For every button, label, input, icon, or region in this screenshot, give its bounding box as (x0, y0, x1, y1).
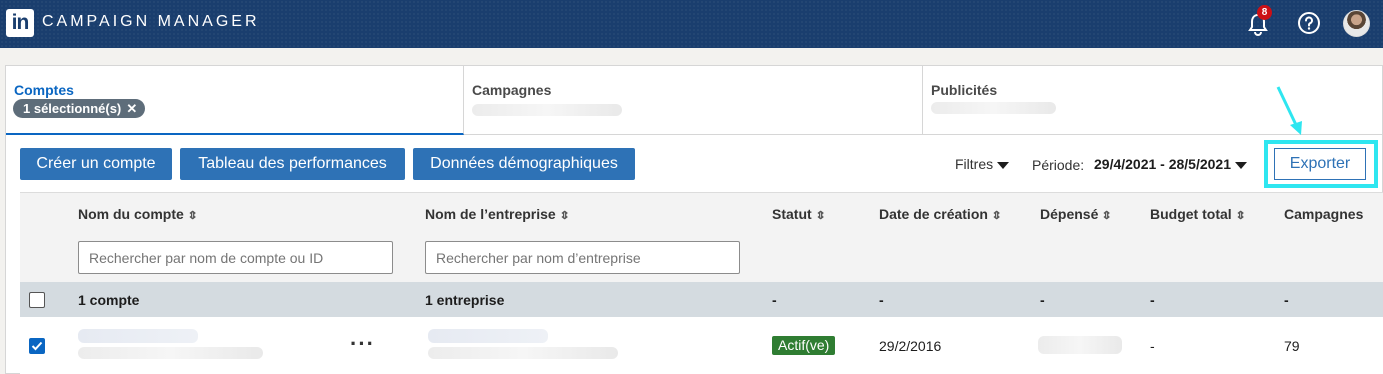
tab-campaigns-label: Campagnes (472, 82, 552, 98)
column-label: Budget total (1150, 206, 1232, 222)
sort-icon: ⇕ (991, 210, 1003, 222)
redacted-company-name (428, 329, 548, 343)
status-badge: Actif(ve) (772, 336, 836, 355)
summary-status: - (772, 292, 777, 308)
summary-companies: 1 entreprise (425, 292, 505, 308)
created-date: 29/2/2016 (879, 338, 942, 354)
filters-dropdown[interactable]: Filtres (955, 156, 1010, 172)
summary-budget: - (1150, 292, 1155, 308)
redacted-account-id (78, 347, 263, 359)
table-header: Nom du compte ⇕ Nom de l’entreprise ⇕ Stat… (20, 192, 1383, 282)
row-checkbox[interactable] (29, 338, 45, 354)
summary-spent: - (1040, 292, 1045, 308)
performance-table-button[interactable]: Tableau des performances (180, 148, 405, 180)
selected-chip[interactable]: 1 sélectionné(s) ✕ (13, 99, 146, 118)
campaign-count: 79 (1284, 338, 1300, 354)
selected-chip-label: 1 sélectionné(s) (23, 101, 122, 116)
column-label: Statut (772, 206, 812, 222)
filters-label: Filtres (955, 156, 994, 172)
redacted-text (472, 104, 622, 116)
redacted-account-name (78, 329, 198, 343)
column-account-name[interactable]: Nom du compte ⇕ (78, 206, 198, 222)
chevron-down-icon (997, 161, 1010, 169)
sort-icon: ⇕ (814, 210, 826, 222)
tab-ads-label: Publicités (931, 82, 998, 98)
select-all-checkbox[interactable] (29, 292, 45, 308)
column-spent[interactable]: Dépensé ⇕ (1040, 206, 1113, 222)
redacted-text (931, 102, 1056, 114)
column-label: Nom du compte (78, 206, 184, 222)
column-company-name[interactable]: Nom de l’entreprise ⇕ (425, 206, 570, 222)
column-label: Dépensé (1040, 206, 1099, 222)
summary-row: 1 compte 1 entreprise - - - - - (20, 282, 1383, 317)
tab-ads[interactable]: Publicités (923, 66, 1383, 135)
help-icon[interactable] (1297, 11, 1321, 35)
notifications-badge: 8 (1257, 5, 1272, 20)
redacted-spent (1038, 336, 1122, 354)
period-label: Période: (1032, 157, 1085, 173)
total-budget: - (1150, 338, 1155, 354)
column-label: Date de création (879, 206, 988, 222)
search-account-input[interactable] (78, 241, 393, 274)
demographics-button[interactable]: Données démographiques (413, 148, 635, 180)
period-dropdown[interactable]: 29/4/2021 - 28/5/2021 (1094, 156, 1248, 172)
user-avatar[interactable] (1343, 10, 1370, 37)
sort-icon: ⇕ (1234, 210, 1246, 222)
top-navigation-bar: in CAMPAIGN MANAGER 8 (0, 0, 1383, 48)
annotation-arrow-icon (1276, 86, 1302, 135)
column-label: Nom de l’entreprise (425, 206, 556, 222)
tab-accounts[interactable]: Comptes 1 sélectionné(s) ✕ (6, 66, 464, 135)
table-row[interactable]: ··· Actif(ve) 29/2/2016 - 79 (20, 317, 1383, 374)
entity-tabs: Comptes 1 sélectionné(s) ✕ Campagnes Pub… (6, 66, 1383, 135)
chevron-down-icon (1235, 161, 1248, 169)
create-account-button[interactable]: Créer un compte (20, 148, 172, 180)
accounts-panel: Comptes 1 sélectionné(s) ✕ Campagnes Pub… (5, 65, 1383, 374)
sort-icon: ⇕ (558, 210, 570, 222)
search-company-input[interactable] (425, 241, 740, 274)
tab-accounts-label: Comptes (14, 82, 74, 98)
sort-icon: ⇕ (186, 210, 198, 222)
summary-campaigns: - (1284, 292, 1289, 308)
summary-created: - (879, 292, 884, 308)
column-status[interactable]: Statut ⇕ (772, 206, 826, 222)
check-icon (31, 341, 43, 351)
period-value: 29/4/2021 - 28/5/2021 (1094, 156, 1232, 172)
tab-campaigns[interactable]: Campagnes (464, 66, 923, 135)
column-budget[interactable]: Budget total ⇕ (1150, 206, 1246, 222)
linkedin-logo[interactable]: in (6, 9, 34, 37)
sort-icon: ⇕ (1101, 210, 1113, 222)
more-actions-icon[interactable]: ··· (350, 331, 375, 357)
summary-accounts: 1 compte (78, 292, 140, 308)
app-title: CAMPAIGN MANAGER (42, 13, 260, 30)
redacted-company-id (428, 347, 618, 359)
column-created[interactable]: Date de création ⇕ (879, 206, 1003, 222)
clear-selection-icon[interactable]: ✕ (126, 99, 137, 118)
